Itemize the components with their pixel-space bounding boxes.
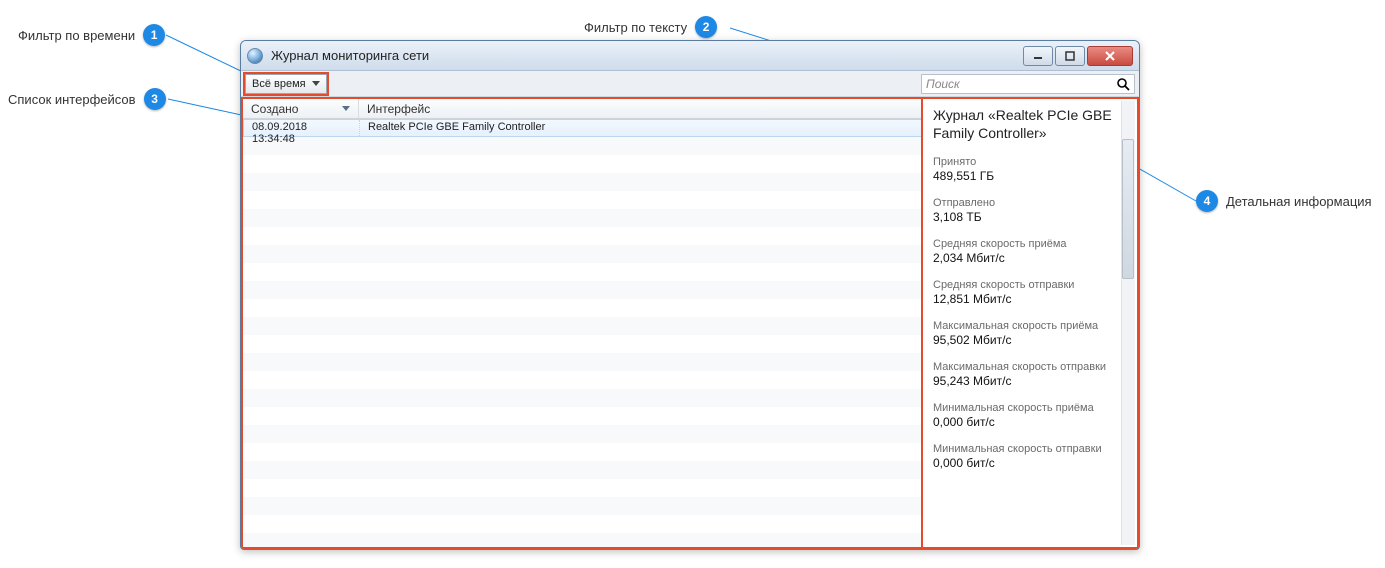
callout-2-bubble: 2 — [695, 16, 717, 38]
search-field[interactable] — [921, 74, 1135, 94]
table-row[interactable]: 08.09.2018 13:34:48 Realtek PCIe GBE Fam… — [243, 119, 922, 137]
callout-3-label: Список интерфейсов — [8, 92, 136, 107]
stat-label: Максимальная скорость приёма — [933, 320, 1127, 332]
stat-label: Принято — [933, 156, 1127, 168]
callout-1-label: Фильтр по времени — [18, 28, 135, 43]
stat-value: 3,108 ТБ — [933, 210, 1127, 224]
search-input[interactable] — [926, 77, 1116, 91]
stat-avg-tx: Средняя скорость отправки 12,851 Мбит/с — [933, 279, 1127, 306]
content-body: Создано Интерфейс 08.09.2018 13:34:48 Re… — [243, 99, 1137, 547]
callout-1-bubble: 1 — [143, 24, 165, 46]
time-filter-dropdown[interactable]: Всё время — [245, 74, 327, 94]
stat-value: 0,000 бит/с — [933, 415, 1127, 429]
close-button[interactable] — [1087, 46, 1133, 66]
sort-arrow-icon — [342, 106, 350, 111]
column-interface[interactable]: Интерфейс — [359, 99, 922, 118]
close-icon — [1104, 51, 1116, 61]
window-controls — [1023, 46, 1133, 66]
app-window: Журнал мониторинга сети Всё время — [240, 40, 1140, 550]
chevron-down-icon — [312, 81, 320, 86]
callout-2: Фильтр по тексту 2 — [584, 16, 717, 38]
cell-interface: Realtek PCIe GBE Family Controller — [360, 120, 921, 136]
column-created[interactable]: Создано — [243, 99, 359, 118]
stat-sent: Отправлено 3,108 ТБ — [933, 197, 1127, 224]
minimize-button[interactable] — [1023, 46, 1053, 66]
stat-max-rx: Максимальная скорость приёма 95,502 Мбит… — [933, 320, 1127, 347]
stat-value: 12,851 Мбит/с — [933, 292, 1127, 306]
stat-label: Минимальная скорость отправки — [933, 443, 1127, 455]
stat-received: Принято 489,551 ГБ — [933, 156, 1127, 183]
scrollbar-thumb[interactable] — [1122, 139, 1134, 279]
stat-value: 489,551 ГБ — [933, 169, 1127, 183]
stat-avg-rx: Средняя скорость приёма 2,034 Мбит/с — [933, 238, 1127, 265]
cell-created: 08.09.2018 13:34:48 — [244, 120, 360, 136]
stat-max-tx: Максимальная скорость отправки 95,243 Мб… — [933, 361, 1127, 388]
stat-value: 95,502 Мбит/с — [933, 333, 1127, 347]
stat-value: 0,000 бит/с — [933, 456, 1127, 470]
column-created-label: Создано — [251, 102, 298, 116]
maximize-button[interactable] — [1055, 46, 1085, 66]
stat-min-tx: Минимальная скорость отправки 0,000 бит/… — [933, 443, 1127, 470]
rows-container[interactable]: 08.09.2018 13:34:48 Realtek PCIe GBE Fam… — [243, 119, 922, 547]
interface-list-pane: Создано Интерфейс 08.09.2018 13:34:48 Re… — [243, 99, 923, 547]
column-headers: Создано Интерфейс — [243, 99, 922, 119]
callout-3-bubble: 3 — [144, 88, 166, 110]
maximize-icon — [1065, 51, 1075, 61]
details-title: Журнал «Realtek PCIe GBE Family Controll… — [933, 107, 1127, 142]
search-icon[interactable] — [1116, 77, 1130, 91]
stat-label: Средняя скорость отправки — [933, 279, 1127, 291]
column-interface-label: Интерфейс — [367, 102, 430, 116]
minimize-icon — [1033, 52, 1043, 60]
callout-2-label: Фильтр по тексту — [584, 20, 687, 35]
callout-1: Фильтр по времени 1 — [18, 24, 165, 46]
callout-3: Список интерфейсов 3 — [8, 88, 166, 110]
stat-min-rx: Минимальная скорость приёма 0,000 бит/с — [933, 402, 1127, 429]
stat-value: 2,034 Мбит/с — [933, 251, 1127, 265]
stat-label: Средняя скорость приёма — [933, 238, 1127, 250]
toolbar: Всё время — [241, 71, 1139, 97]
callout-4-bubble: 4 — [1196, 190, 1218, 212]
stat-label: Минимальная скорость приёма — [933, 402, 1127, 414]
stat-value: 95,243 Мбит/с — [933, 374, 1127, 388]
time-filter-label: Всё время — [252, 78, 306, 90]
callout-4-label: Детальная информация — [1226, 194, 1372, 209]
titlebar[interactable]: Журнал мониторинга сети — [241, 41, 1139, 71]
stat-label: Максимальная скорость отправки — [933, 361, 1127, 373]
app-icon — [247, 48, 263, 64]
callout-4: 4 Детальная информация — [1196, 190, 1372, 212]
window-title: Журнал мониторинга сети — [271, 48, 1015, 63]
details-pane: Журнал «Realtek PCIe GBE Family Controll… — [923, 99, 1137, 547]
stat-label: Отправлено — [933, 197, 1127, 209]
